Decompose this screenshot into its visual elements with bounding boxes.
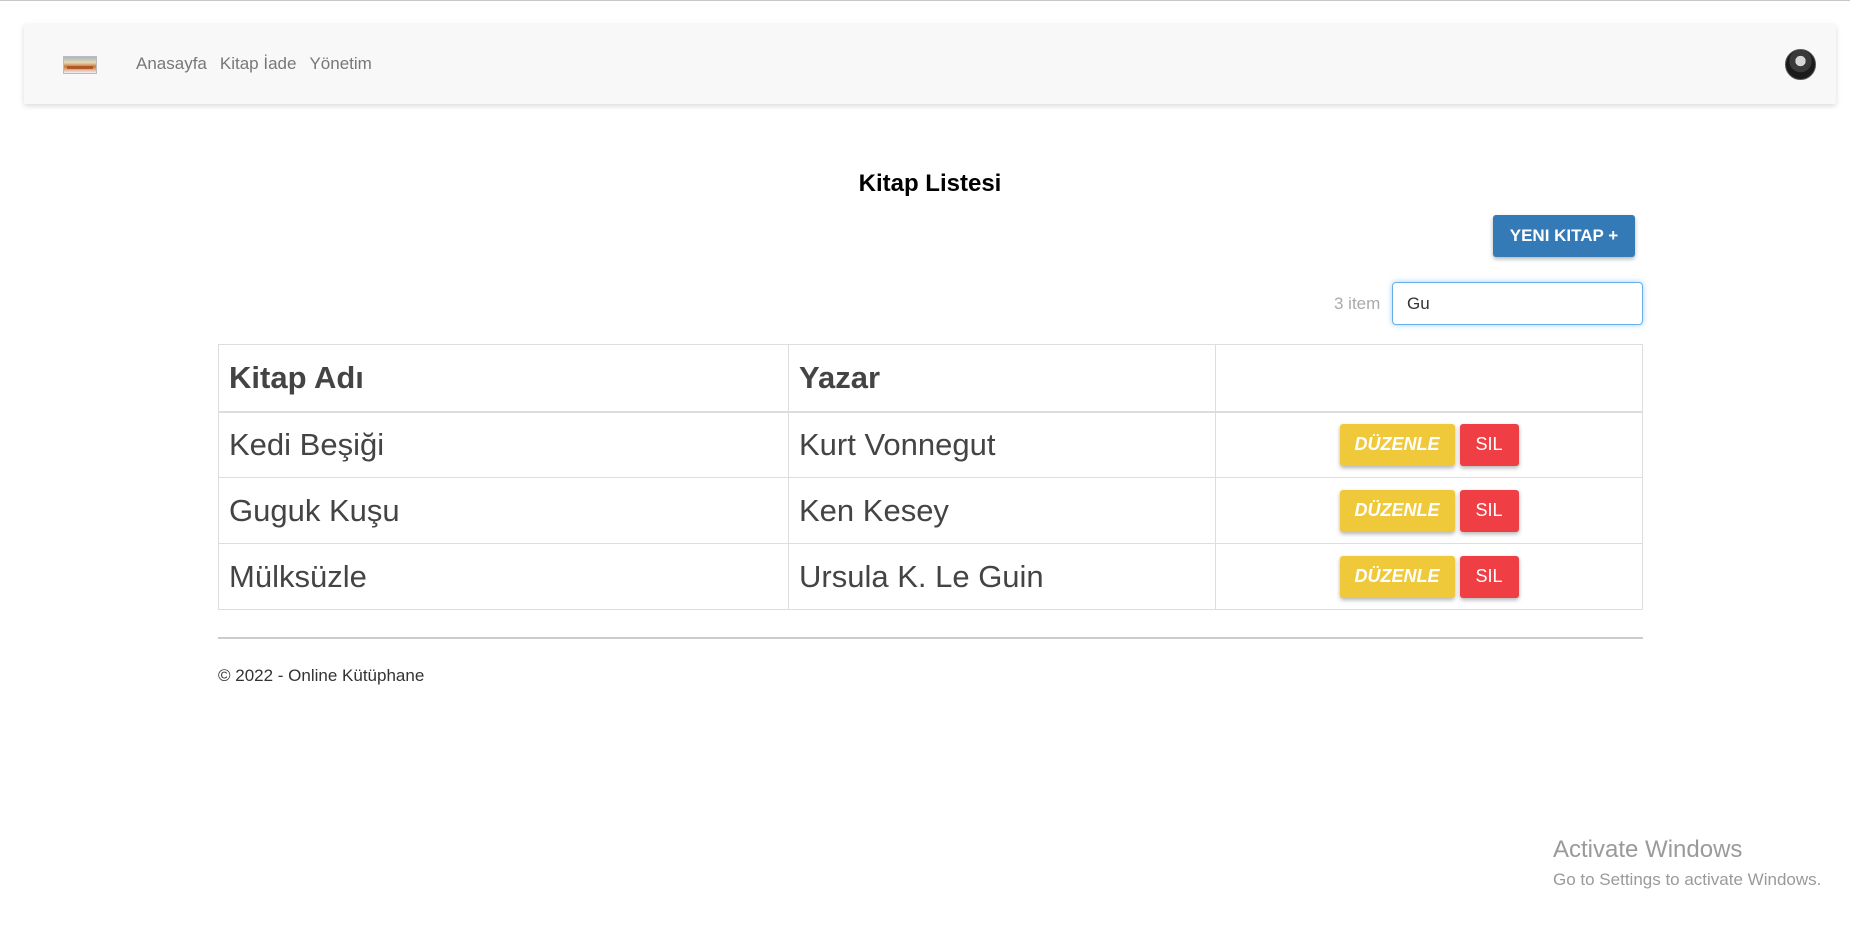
row-actions: DÜZENLE SIL <box>1215 410 1643 478</box>
book-author-cell: Ken Kesey <box>788 477 1216 544</box>
book-author-cell: Kurt Vonnegut <box>788 410 1216 478</box>
footer-divider <box>218 637 1643 639</box>
delete-button[interactable]: SIL <box>1459 555 1519 598</box>
windows-activation-watermark: Activate Windows Go to Settings to activ… <box>1553 836 1821 890</box>
row-actions: DÜZENLE SIL <box>1215 543 1643 610</box>
column-header-author: Yazar <box>788 344 1216 413</box>
book-title-cell: Mülksüzle <box>218 543 789 610</box>
edit-button[interactable]: DÜZENLE <box>1339 423 1455 466</box>
nav-link-yonetim[interactable]: Yönetim <box>309 54 371 74</box>
new-book-button[interactable]: YENI KITAP + <box>1493 215 1635 257</box>
item-count: 3 item <box>1334 294 1381 313</box>
book-author-cell: Ursula K. Le Guin <box>788 543 1216 610</box>
edit-button[interactable]: DÜZENLE <box>1339 555 1455 598</box>
book-title-cell: Guguk Kuşu <box>218 477 789 544</box>
book-title-cell: Kedi Beşiği <box>218 410 789 478</box>
table-row: Guguk Kuşu Ken Kesey DÜZENLE SIL <box>218 477 1643 544</box>
table-header-row: Kitap Adı Yazar <box>218 344 1643 413</box>
books-table: Kitap Adı Yazar Kedi Beşiği Kurt Vonnegu… <box>218 344 1643 610</box>
footer-copyright: © 2022 - Online Kütüphane <box>218 666 425 685</box>
table-row: Kedi Beşiği Kurt Vonnegut DÜZENLE SIL <box>218 410 1643 478</box>
column-header-actions <box>1215 344 1643 413</box>
search-input[interactable] <box>1392 282 1643 325</box>
nav-link-kitap-iade[interactable]: Kitap İade <box>220 54 297 74</box>
top-divider <box>0 0 1850 1</box>
page-title: Kitap Listesi <box>858 170 1002 197</box>
column-header-book-title: Kitap Adı <box>218 344 789 413</box>
watermark-title: Activate Windows <box>1553 836 1743 863</box>
row-actions: DÜZENLE SIL <box>1215 477 1643 544</box>
navbar: Anasayfa Kitap İade Yönetim <box>24 24 1836 104</box>
nav-links: Anasayfa Kitap İade Yönetim <box>136 54 372 74</box>
edit-button[interactable]: DÜZENLE <box>1339 489 1455 532</box>
user-avatar[interactable] <box>1785 49 1816 80</box>
table-row: Mülksüzle Ursula K. Le Guin DÜZENLE SIL <box>218 543 1643 610</box>
watermark-subtitle: Go to Settings to activate Windows. <box>1553 870 1822 889</box>
delete-button[interactable]: SIL <box>1459 489 1519 532</box>
nav-link-anasayfa[interactable]: Anasayfa <box>136 54 207 74</box>
delete-button[interactable]: SIL <box>1459 423 1519 466</box>
brand-logo-image[interactable] <box>63 56 97 74</box>
